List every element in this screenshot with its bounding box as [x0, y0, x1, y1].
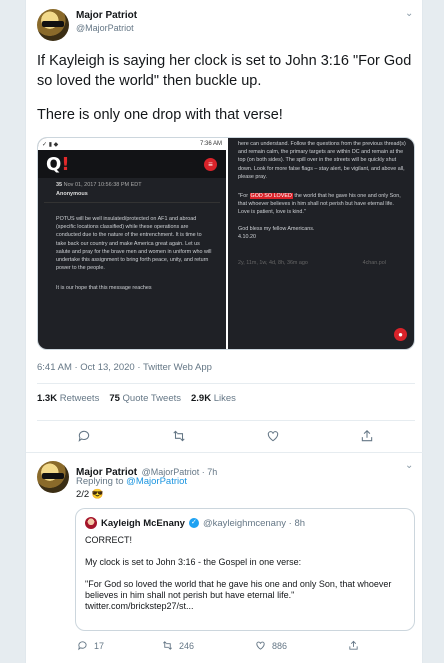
share-icon[interactable]	[348, 640, 359, 654]
replying-to: Replying to @MajorPatriot	[76, 476, 187, 487]
author-name[interactable]: Major Patriot	[76, 10, 137, 21]
like-icon[interactable]	[266, 429, 280, 446]
tweet-card: Major Patriot @MajorPatriot ⌄ If Kayleig…	[25, 0, 424, 663]
quote-prefix: "For	[238, 193, 248, 200]
chevron-down-icon[interactable]: ⌄	[405, 8, 413, 19]
retweets-stat[interactable]: 1.3K Retweets	[37, 393, 99, 404]
tweet-text: If Kayleigh is saying her clock is set t…	[37, 51, 417, 125]
post-meta: 35 Nov 01, 2017 10:56:38 PM EDT Anonymou…	[38, 178, 226, 197]
post-board: 4chan.pol	[362, 260, 386, 267]
media-image-left[interactable]: ✓ ▮ ◆ 7:36 AM Q! ≡ 35 Nov 01, 2017 10:56…	[38, 138, 226, 349]
post-footer: It is our hope that this message reaches	[56, 285, 152, 292]
share-icon[interactable]	[360, 429, 374, 446]
reply-text: 2/2 😎	[76, 489, 104, 500]
tweet-stats: 1.3K Retweets 75 Quote Tweets 2.9K Likes	[37, 393, 236, 404]
verified-icon: ✓	[188, 518, 199, 528]
likes-stat[interactable]: 2.9K Likes	[191, 393, 236, 404]
quoted-header: Kayleigh McEnany ✓ @kayleighmcenany · 8h	[85, 517, 405, 529]
retweet-count: 246	[179, 640, 195, 651]
divider	[37, 420, 415, 421]
chevron-down-icon[interactable]: ⌄	[405, 460, 413, 471]
tweet-text-line: If Kayleigh is saying her clock is set t…	[37, 53, 412, 69]
author-handle[interactable]: @MajorPatriot	[76, 23, 137, 33]
post-body-right: here can understand. Follow the question…	[228, 138, 414, 267]
quoted-line: "For God so loved the world that he gave…	[85, 579, 392, 600]
avatar[interactable]	[37, 461, 69, 493]
likes-count: 2.9K	[191, 393, 212, 404]
divider	[37, 383, 415, 384]
post-ref: 4.10.20	[238, 233, 256, 240]
quoted-line: My clock is set to John 3:16 - the Gospe…	[85, 557, 302, 567]
post-footer-right: 2y, 11m, 1w, 4d, 8h, 36m ago 4chan.pol	[238, 259, 406, 267]
avatar	[85, 517, 97, 529]
tweet-timestamp[interactable]: 6:41 AM · Oct 13, 2020 · Twitter Web App	[37, 362, 212, 373]
likes-label: Likes	[213, 393, 236, 404]
post-quote: "For GOD SO LOVED the world that he gave…	[238, 192, 406, 217]
post-body: POTUS will be well insulated/protected o…	[44, 202, 220, 297]
quoted-line: CORRECT!	[85, 535, 132, 545]
avatar[interactable]	[37, 9, 69, 41]
post-number: 35	[56, 182, 63, 188]
quotes-stat[interactable]: 75 Quote Tweets	[109, 393, 181, 404]
post-age: 2y, 11m, 1w, 4d, 8h, 36m ago	[238, 260, 308, 267]
retweet-icon[interactable]: 246	[162, 640, 194, 651]
retweets-label: Retweets	[59, 393, 100, 404]
post-bless: God bless my fellow Americans.	[238, 225, 315, 232]
q-logo: Q!	[46, 154, 70, 175]
quoted-link[interactable]: twitter.com/brickstep27/st...	[85, 601, 405, 612]
divider	[26, 452, 424, 453]
phone-status-bar: ✓ ▮ ◆ 7:36 AM	[38, 138, 226, 150]
post-paragraph: here can understand. Follow the question…	[238, 141, 406, 180]
quotes-count: 75	[109, 393, 120, 404]
status-time: 7:36 AM	[199, 141, 222, 147]
tweet-media[interactable]: ✓ ▮ ◆ 7:36 AM Q! ≡ 35 Nov 01, 2017 10:56…	[37, 137, 415, 350]
menu-icon: ≡	[204, 158, 217, 171]
reply-icon[interactable]	[77, 429, 91, 446]
retweet-icon[interactable]	[172, 429, 186, 446]
replying-prefix: Replying to	[76, 476, 124, 487]
status-icons-left: ✓ ▮ ◆	[42, 141, 59, 148]
tweet-text-line: so loved the world" then buckle up.	[37, 73, 262, 89]
post-date: Nov 01, 2017 10:56:38 PM EDT	[63, 182, 142, 188]
like-count: 886	[272, 640, 288, 651]
quoted-tweet[interactable]: Kayleigh McEnany ✓ @kayleighmcenany · 8h…	[75, 508, 415, 631]
quotes-label: Quote Tweets	[122, 393, 181, 404]
q-app-bar: Q! ≡	[38, 150, 226, 178]
media-image-right[interactable]: here can understand. Follow the question…	[228, 138, 414, 349]
post-author: Anonymous	[56, 191, 88, 197]
reply-count: 17	[94, 640, 105, 651]
highlight-text: GOD SO LOVED	[249, 193, 293, 200]
post-paragraph: POTUS will be well insulated/protected o…	[56, 216, 212, 272]
tweet-text-line: There is only one drop with that verse!	[37, 107, 283, 123]
bell-icon: ●	[394, 328, 407, 341]
replying-to-handle[interactable]: @MajorPatriot	[126, 476, 187, 487]
quoted-author-name: Kayleigh McEnany	[101, 517, 185, 529]
retweets-count: 1.3K	[37, 393, 58, 404]
like-icon[interactable]: 886	[255, 640, 287, 651]
quoted-text: CORRECT! My clock is set to John 3:16 - …	[85, 535, 405, 612]
quoted-handle-time: @kayleighmcenany · 8h	[202, 517, 306, 529]
reply-icon[interactable]: 17	[77, 640, 104, 651]
